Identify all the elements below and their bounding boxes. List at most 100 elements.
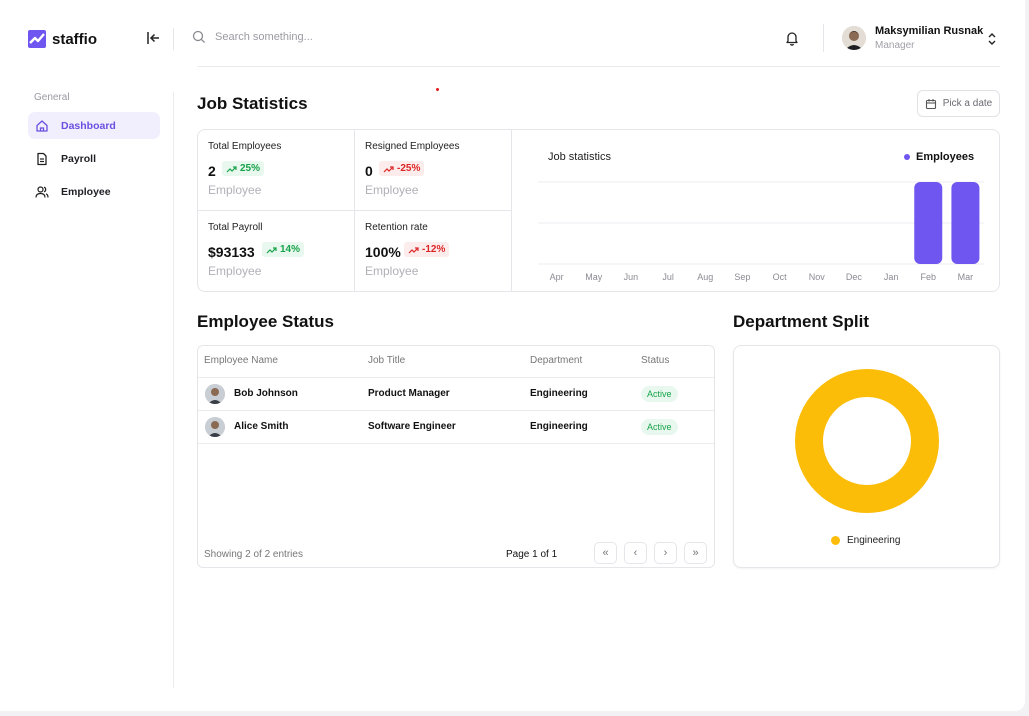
x-tick-label: May bbox=[585, 272, 603, 282]
sidebar-item-employee[interactable]: Employee bbox=[28, 178, 160, 205]
stat-retention-rate: Retention rate 100% -12% Employee bbox=[355, 211, 512, 292]
user-menu[interactable]: Maksymilian Rusnak Manager bbox=[842, 25, 983, 51]
department-donut-chart bbox=[795, 369, 939, 513]
sidebar-item-payroll[interactable]: Payroll bbox=[28, 145, 160, 172]
donut-segment-engineering bbox=[795, 369, 939, 513]
app-window: staffio Maksymilian Rusnak Manager bbox=[0, 0, 1025, 711]
divider bbox=[198, 210, 511, 211]
legend-label: Engineering bbox=[847, 535, 901, 546]
employee-name: Alice Smith bbox=[234, 421, 289, 432]
last-page-button[interactable]: » bbox=[684, 542, 707, 564]
stat-label: Resigned Employees bbox=[365, 141, 460, 152]
trend-up-icon bbox=[383, 165, 394, 172]
column-header: Status bbox=[641, 355, 670, 366]
stat-label: Total Employees bbox=[208, 141, 282, 152]
stat-value: $93133 bbox=[208, 244, 255, 260]
row-divider bbox=[198, 443, 714, 444]
avatar bbox=[205, 384, 225, 404]
document-icon bbox=[37, 152, 47, 165]
x-tick-label: Aug bbox=[697, 272, 713, 282]
chart-legend: Employees bbox=[904, 151, 974, 163]
department-split-card: Engineering bbox=[733, 345, 1000, 568]
chart-title: Job statistics bbox=[548, 151, 611, 163]
sidebar-item-label: Payroll bbox=[61, 152, 97, 165]
stat-value: 0 bbox=[365, 163, 373, 179]
column-header: Employee Name bbox=[204, 355, 278, 366]
users-icon bbox=[35, 185, 49, 198]
status-badge: Active bbox=[641, 386, 678, 402]
home-icon bbox=[36, 119, 48, 132]
stat-label: Retention rate bbox=[365, 222, 428, 233]
notification-bell-icon[interactable] bbox=[784, 30, 800, 46]
trend-badge: 25% bbox=[222, 161, 265, 176]
next-page-button[interactable]: › bbox=[654, 542, 677, 564]
avatar bbox=[842, 26, 866, 50]
search-bar[interactable] bbox=[192, 30, 492, 44]
trend-up-icon bbox=[408, 246, 419, 253]
x-tick-label: Oct bbox=[773, 272, 788, 282]
legend-swatch bbox=[904, 154, 910, 160]
job-statistics-title: Job Statistics bbox=[197, 94, 308, 113]
logo[interactable]: staffio bbox=[28, 30, 97, 48]
sidebar-section-label: General bbox=[34, 92, 70, 103]
stat-value: 2 bbox=[208, 163, 216, 179]
x-tick-label: Dec bbox=[846, 272, 863, 282]
job-statistics-chart: Apr May Jun Jul Aug Sep Oct Nov Dec Jan Feb Mar bbox=[538, 181, 984, 282]
employee-status-title: Employee Status bbox=[197, 312, 334, 331]
trend-up-icon bbox=[226, 165, 237, 172]
x-tick-label: Feb bbox=[920, 272, 936, 282]
trend-badge: -12% bbox=[404, 242, 450, 257]
page-info: Page 1 of 1 bbox=[506, 549, 558, 560]
status-badge: Active bbox=[641, 419, 678, 435]
header-separator bbox=[197, 66, 1000, 67]
column-header: Department bbox=[530, 355, 583, 366]
legend-label: Employees bbox=[916, 151, 975, 163]
pick-date-label: Pick a date bbox=[942, 98, 993, 109]
stat-total-payroll: Total Payroll $93133 14% Employee bbox=[198, 211, 355, 292]
x-tick-label: Nov bbox=[809, 272, 826, 282]
x-tick-label: Jul bbox=[662, 272, 674, 282]
indicator-dot bbox=[436, 88, 439, 91]
trend-badge: -25% bbox=[379, 161, 425, 176]
trend-up-icon bbox=[266, 246, 277, 253]
department-split-title: Department Split bbox=[733, 312, 870, 331]
app-name: staffio bbox=[52, 30, 97, 48]
x-tick-label: Sep bbox=[734, 272, 750, 282]
pick-date-button[interactable]: Pick a date bbox=[917, 90, 1000, 117]
job-title: Software Engineer bbox=[368, 421, 456, 432]
department: Engineering bbox=[530, 421, 588, 432]
stat-unit: Employee bbox=[365, 264, 419, 278]
user-role: Manager bbox=[875, 40, 915, 51]
divider bbox=[511, 130, 512, 291]
trend-value: 25% bbox=[240, 163, 261, 174]
header-divider bbox=[173, 28, 174, 50]
stat-value: 100% bbox=[365, 244, 401, 260]
sidebar-item-label: Employee bbox=[61, 185, 111, 198]
user-name: Maksymilian Rusnak bbox=[875, 25, 984, 37]
search-input[interactable] bbox=[215, 31, 475, 43]
calendar-icon bbox=[925, 98, 936, 109]
employee-name: Bob Johnson bbox=[234, 388, 298, 399]
employee-status-table: Employee Name Job Title Department Statu… bbox=[197, 345, 715, 568]
trend-value: -12% bbox=[422, 244, 446, 255]
x-tick-label: Jan bbox=[884, 272, 899, 282]
job-title: Product Manager bbox=[368, 388, 450, 399]
collapse-sidebar-icon[interactable] bbox=[145, 30, 161, 46]
department: Engineering bbox=[530, 388, 588, 399]
department-legend: Engineering bbox=[831, 535, 900, 546]
previous-page-button[interactable]: ‹ bbox=[624, 542, 647, 564]
sidebar-item-dashboard[interactable]: Dashboard bbox=[28, 112, 160, 139]
legend-swatch bbox=[831, 536, 840, 545]
stat-unit: Employee bbox=[365, 183, 419, 197]
first-page-button[interactable]: « bbox=[594, 542, 617, 564]
bar-feb bbox=[914, 182, 943, 264]
chevron-up-down-icon[interactable] bbox=[986, 32, 998, 46]
x-tick-label: Mar bbox=[958, 272, 974, 282]
avatar bbox=[205, 417, 225, 437]
sidebar-item-label: Dashboard bbox=[61, 119, 116, 132]
x-tick-label: Jun bbox=[624, 272, 639, 282]
staffio-logo-icon bbox=[28, 30, 46, 48]
table-row[interactable]: Alice Smith Software Engineer Engineerin… bbox=[198, 410, 714, 443]
header-divider bbox=[823, 24, 824, 52]
table-row[interactable]: Bob Johnson Product Manager Engineering … bbox=[198, 377, 714, 410]
